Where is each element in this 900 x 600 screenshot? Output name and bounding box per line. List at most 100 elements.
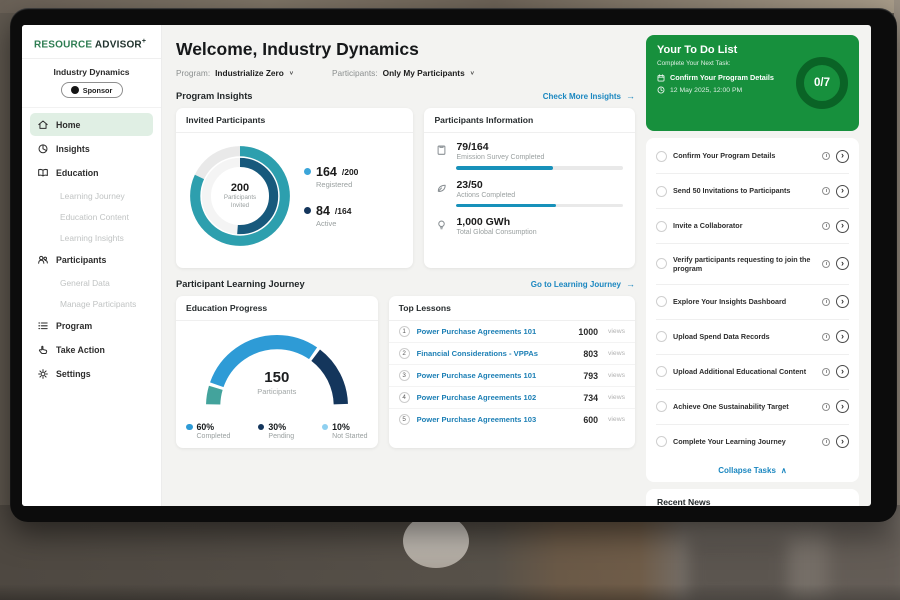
task-row[interactable]: Verify participants requesting to join t… — [656, 244, 849, 285]
views-suffix: views — [608, 394, 625, 401]
lesson-row[interactable]: 1 Power Purchase Agreements 101 1000 vie… — [389, 321, 635, 343]
lesson-row[interactable]: 3 Power Purchase Agreements 101 793 view… — [389, 365, 635, 387]
sidebar-nav: Home Insights Education Learning Journey… — [22, 107, 161, 385]
sidebar-item-manage-participants[interactable]: Manage Participants — [30, 293, 153, 314]
actions-icon — [436, 181, 448, 208]
top-lessons-card: Top Lessons 1 Power Purchase Agreements … — [389, 296, 635, 448]
task-open-button[interactable]: › — [836, 365, 849, 378]
task-open-button[interactable]: › — [836, 220, 849, 233]
task-open-button[interactable]: › — [836, 330, 849, 343]
sidebar-item-education-content[interactable]: Education Content — [30, 206, 153, 227]
not-started-label: Not Started — [332, 433, 367, 440]
task-row[interactable]: Upload Spend Data Records › — [656, 320, 849, 355]
program-filter[interactable]: Program: Industrialize Zero ∨ — [176, 68, 294, 78]
task-open-button[interactable]: › — [836, 185, 849, 198]
invited-label-line1: Participants — [224, 194, 256, 202]
task-open-button[interactable]: › — [836, 150, 849, 163]
task-checkbox[interactable] — [656, 436, 667, 447]
filter-bar: Program: Industrialize Zero ∨ Participan… — [176, 68, 635, 78]
check-more-insights-label: Check More Insights — [543, 92, 621, 101]
views-suffix: views — [608, 372, 625, 379]
task-row[interactable]: Invite a Collaborator › — [656, 209, 849, 244]
lesson-link[interactable]: Power Purchase Agreements 101 — [417, 371, 577, 380]
participants-filter[interactable]: Participants: Only My Participants ∨ — [332, 68, 475, 78]
collapse-tasks-button[interactable]: Collapse Tasks ∧ — [656, 459, 849, 481]
task-checkbox[interactable] — [656, 151, 667, 162]
sidebar-item-settings[interactable]: Settings — [30, 362, 153, 385]
sidebar-item-label: Program — [56, 321, 92, 331]
check-more-insights-link[interactable]: Check More Insights → — [543, 91, 635, 101]
lesson-row[interactable]: 2 Financial Considerations - VPPAs 803 v… — [389, 343, 635, 365]
task-checkbox[interactable] — [656, 258, 667, 269]
background-shadow — [0, 584, 900, 600]
education-progress-title: Education Progress — [176, 296, 378, 321]
task-checkbox[interactable] — [656, 186, 667, 197]
sponsor-icon — [71, 86, 79, 94]
sidebar-item-program[interactable]: Program — [30, 314, 153, 337]
task-checkbox[interactable] — [656, 221, 667, 232]
lesson-row[interactable]: 4 Power Purchase Agreements 102 734 view… — [389, 387, 635, 409]
actions-completed-progressbar — [456, 204, 623, 208]
task-row[interactable]: Send 50 Invitations to Participants › — [656, 174, 849, 209]
task-row[interactable]: Explore Your Insights Dashboard › — [656, 285, 849, 320]
stat-emission-survey: 79/164 Emission Survey Completed — [436, 141, 623, 170]
desk-scene: RESOURCE ADVISOR+ Industry Dynamics Spon… — [0, 0, 900, 600]
task-row[interactable]: Achieve One Sustainability Target › — [656, 390, 849, 425]
sidebar-item-label: Participants — [56, 255, 106, 265]
pending-clock-icon — [822, 438, 830, 446]
sidebar: RESOURCE ADVISOR+ Industry Dynamics Spon… — [22, 25, 162, 506]
registered-label: Registered — [316, 180, 358, 189]
task-checkbox[interactable] — [656, 331, 667, 342]
sidebar-item-learning-insights[interactable]: Learning Insights — [30, 227, 153, 248]
sidebar-item-home[interactable]: Home — [30, 113, 153, 136]
sidebar-item-general-data[interactable]: General Data — [30, 272, 153, 293]
pending-clock-icon — [822, 187, 830, 195]
lesson-rank: 2 — [399, 348, 410, 359]
active-total: /164 — [335, 206, 352, 216]
task-open-button[interactable]: › — [836, 435, 849, 448]
chevron-down-icon: ∨ — [470, 70, 475, 76]
task-checkbox[interactable] — [656, 401, 667, 412]
task-checkbox[interactable] — [656, 366, 667, 377]
legend-active: 84 /164 Active — [304, 204, 358, 228]
todo-progress-ring: 0/7 — [796, 57, 848, 109]
logo-resource: RESOURCE — [34, 39, 92, 50]
todo-next-task: Confirm Your Program Details — [670, 73, 774, 82]
sidebar-item-take-action[interactable]: Take Action — [30, 338, 153, 361]
completed-dot-icon — [186, 424, 193, 431]
sidebar-item-label: Take Action — [56, 345, 105, 355]
chevron-up-icon: ∧ — [781, 466, 787, 475]
pending-clock-icon — [822, 260, 830, 268]
pending-clock-icon — [822, 298, 830, 306]
lesson-link[interactable]: Financial Considerations - VPPAs — [417, 349, 577, 358]
lesson-row[interactable]: 5 Power Purchase Agreements 103 600 view… — [389, 409, 635, 430]
task-label: Upload Additional Educational Content — [673, 367, 816, 376]
task-checkbox[interactable] — [656, 296, 667, 307]
sidebar-item-learning-journey[interactable]: Learning Journey — [30, 185, 153, 206]
stat-actions-completed: 23/50 Actions Completed — [436, 179, 623, 208]
task-row[interactable]: Confirm Your Program Details › — [656, 139, 849, 174]
insights-icon — [37, 143, 49, 155]
not-started-pct: 10% — [332, 422, 350, 432]
task-open-button[interactable]: › — [836, 257, 849, 270]
go-to-learning-journey-link[interactable]: Go to Learning Journey → — [531, 279, 635, 289]
sidebar-item-insights[interactable]: Insights — [30, 137, 153, 160]
lesson-views: 1000 — [578, 327, 598, 337]
task-open-button[interactable]: › — [836, 400, 849, 413]
book-icon — [37, 167, 49, 179]
task-row[interactable]: Upload Additional Educational Content › — [656, 355, 849, 390]
education-legend: 60% Completed 30% Pending — [186, 422, 368, 440]
lesson-link[interactable]: Power Purchase Agreements 102 — [417, 393, 577, 402]
sidebar-item-education[interactable]: Education — [30, 161, 153, 184]
task-open-button[interactable]: › — [836, 295, 849, 308]
legend-registered: 164 /200 Registered — [304, 165, 358, 189]
registered-total: /200 — [342, 167, 359, 177]
lesson-link[interactable]: Power Purchase Agreements 101 — [417, 327, 572, 336]
pending-clock-icon — [822, 368, 830, 376]
sidebar-item-participants[interactable]: Participants — [30, 248, 153, 271]
todo-summary-text: Your To Do List Complete Your Next Task:… — [657, 44, 774, 122]
emission-survey-progressbar — [456, 166, 623, 170]
task-row[interactable]: Complete Your Learning Journey › — [656, 425, 849, 459]
lesson-link[interactable]: Power Purchase Agreements 103 — [417, 415, 577, 424]
recent-news-card: Recent News — [646, 489, 859, 506]
